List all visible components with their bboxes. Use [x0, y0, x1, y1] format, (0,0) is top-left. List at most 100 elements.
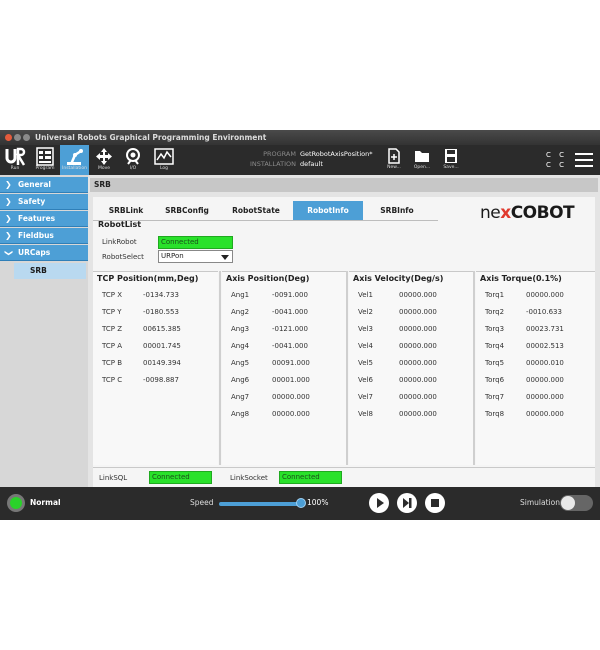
table-row: Torq5 00000.010 — [485, 359, 564, 367]
stop-button[interactable] — [425, 493, 445, 513]
sidebar-item-general[interactable]: ❯ General — [0, 177, 88, 193]
tab-srbconfig[interactable]: SRBConfig — [156, 201, 218, 220]
program-info-labels: PROGRAM INSTALLATION — [249, 150, 296, 168]
tab-robotinfo[interactable]: RobotInfo — [293, 201, 363, 220]
play-button[interactable] — [369, 493, 389, 513]
table-row: Vel2 00000.000 — [358, 308, 437, 316]
srb-panel: SRBLink SRBConfig RobotState RobotInfo S… — [93, 197, 595, 487]
header-toolbar: Run Program Installation Move I/O Log PR… — [0, 145, 600, 175]
ur-logo-icon — [5, 147, 26, 166]
tab-srblink[interactable]: SRBLink — [98, 201, 154, 220]
simulation-toggle[interactable] — [560, 495, 593, 511]
nav-move[interactable]: Move — [91, 145, 117, 175]
table-row: Torq7 00000.000 — [485, 393, 564, 401]
sidebar-item-safety[interactable]: ❯ Safety — [0, 194, 88, 210]
step-icon — [403, 498, 412, 508]
program-info-values: GetRobotAxisPosition* default — [300, 149, 372, 169]
folder-icon — [415, 151, 429, 162]
robot-status: Normal — [30, 498, 61, 507]
table-row: Torq1 00000.000 — [485, 291, 564, 299]
column-divider — [219, 271, 221, 465]
chevron-right-icon: ❯ — [5, 197, 12, 206]
chevron-right-icon: ❯ — [5, 231, 12, 240]
chevron-right-icon: ❯ — [5, 214, 12, 223]
stop-icon — [431, 499, 439, 507]
chevron-right-icon: ❯ — [5, 180, 12, 189]
maximize-window-button[interactable] — [23, 134, 30, 141]
minimize-window-button[interactable] — [14, 134, 21, 141]
robotlist-title: RobotList — [98, 220, 142, 229]
nav-installation[interactable]: Installation — [60, 145, 89, 175]
installation-name: default — [300, 160, 323, 168]
tab-srbinfo[interactable]: SRBInfo — [365, 201, 429, 220]
nav-log[interactable]: Log — [151, 145, 177, 175]
linksql-status: Connected — [149, 471, 212, 484]
table-row: Vel7 00000.000 — [358, 393, 437, 401]
speed-label: Speed — [190, 498, 214, 507]
table-row: Torq4 00002.513 — [485, 342, 564, 350]
table-row: TCP Z 00615.385 — [102, 325, 181, 333]
table-row: Ang3 -0121.000 — [231, 325, 308, 333]
program-name: GetRobotAxisPosition* — [300, 150, 373, 158]
move-arrows-icon — [96, 148, 112, 165]
linksocket-label: LinkSocket — [230, 474, 268, 482]
breadcrumb: SRB — [90, 178, 598, 192]
nav-io[interactable]: I/O — [120, 145, 146, 175]
app-window: Universal Robots Graphical Programming E… — [0, 130, 600, 520]
table-row: Vel8 00000.000 — [358, 410, 437, 418]
table-row: TCP X -0134.733 — [102, 291, 179, 299]
main-content: SRB SRBLink SRBConfig RobotState RobotIn… — [88, 175, 600, 487]
sidebar-item-features[interactable]: ❯ Features — [0, 211, 88, 227]
cc-indicator: C C C C — [546, 151, 568, 169]
axis-velocity-title: Axis Velocity(Deg/s) — [353, 274, 444, 283]
nav-run[interactable]: Run — [2, 145, 28, 175]
step-button[interactable] — [397, 493, 417, 513]
save-button[interactable]: Save... — [438, 145, 464, 175]
table-row: Vel4 00000.000 — [358, 342, 437, 350]
nav-program[interactable]: Program — [31, 145, 59, 175]
table-row: Torq8 00000.000 — [485, 410, 564, 418]
linksocket-status: Connected — [279, 471, 342, 484]
footer-bar: Normal Speed 100% Simulation — [0, 487, 600, 520]
table-row: Vel3 00000.000 — [358, 325, 437, 333]
new-button[interactable]: New... — [381, 145, 407, 175]
column-divider — [346, 271, 348, 465]
divider — [93, 467, 595, 468]
linkrobot-status: Connected — [158, 236, 233, 249]
sidebar-item-fieldbus[interactable]: ❯ Fieldbus — [0, 228, 88, 244]
open-button[interactable]: Open... — [409, 145, 435, 175]
robot-select-dropdown[interactable]: URPon — [158, 250, 233, 263]
sidebar-item-urcaps[interactable]: ❯ URCaps — [0, 245, 88, 261]
save-disk-icon — [445, 149, 457, 163]
dropdown-arrow-icon — [221, 255, 229, 260]
new-file-icon — [388, 148, 400, 164]
power-status-icon[interactable] — [7, 494, 25, 512]
speed-slider-handle[interactable] — [296, 498, 306, 508]
table-row: Torq2 -0010.633 — [485, 308, 562, 316]
tcp-position-title: TCP Position(mm,Deg) — [97, 274, 199, 283]
robot-arm-icon — [66, 149, 83, 165]
table-row: Vel6 00000.000 — [358, 376, 437, 384]
speed-slider-track[interactable] — [219, 502, 301, 506]
hamburger-menu-icon[interactable] — [575, 153, 593, 167]
linkrobot-label: LinkRobot — [102, 238, 137, 246]
table-row: Ang8 00000.000 — [231, 410, 310, 418]
linksql-label: LinkSQL — [99, 474, 128, 482]
program-icon — [36, 147, 54, 166]
axis-torque-title: Axis Torque(0.1%) — [480, 274, 562, 283]
sidebar-item-srb[interactable]: SRB — [14, 263, 86, 279]
sidebar: ❯ General ❯ Safety ❯ Features ❯ Fieldbus… — [0, 175, 88, 487]
table-row: Torq3 00023.731 — [485, 325, 564, 333]
table-row: TCP B 00149.394 — [102, 359, 181, 367]
close-window-button[interactable] — [5, 134, 12, 141]
table-row: Ang4 -0041.000 — [231, 342, 308, 350]
table-row: TCP C -0098.887 — [102, 376, 179, 384]
tab-robotstate[interactable]: RobotState — [221, 201, 291, 220]
axis-position-panel: Axis Position(Deg) Ang1 -0091.000 Ang2 -00… — [222, 271, 346, 465]
simulation-label: Simulation — [520, 498, 560, 507]
play-icon — [377, 498, 384, 508]
io-icon — [126, 148, 140, 165]
robotselect-label: RobotSelect — [102, 253, 144, 261]
tcp-position-panel: TCP Position(mm,Deg) TCP X -0134.733 TCP … — [93, 271, 218, 465]
window-title: Universal Robots Graphical Programming E… — [35, 133, 267, 142]
